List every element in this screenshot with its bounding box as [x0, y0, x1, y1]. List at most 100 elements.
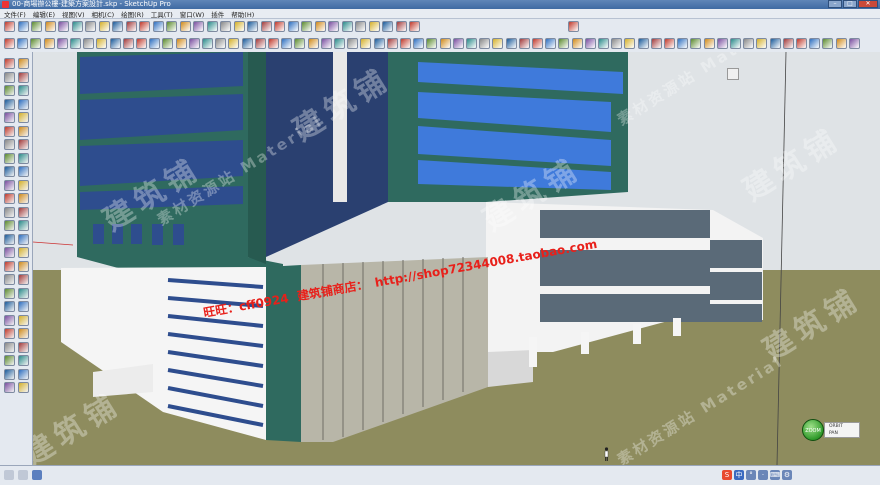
- toolbar-row1-tool-icon[interactable]: [17, 21, 29, 32]
- toolbar-row2-tool-icon[interactable]: [677, 38, 689, 49]
- menu-plugins[interactable]: 插件: [211, 9, 224, 19]
- toolbar-row2-tool-icon[interactable]: [782, 38, 794, 49]
- toolbar-row2-tool-icon[interactable]: [611, 38, 623, 49]
- toolbar-row2-tool-icon[interactable]: [241, 38, 253, 49]
- toolbar-row2-tool-icon[interactable]: [518, 38, 530, 49]
- palette-tool-icon[interactable]: [4, 314, 15, 326]
- toolbar-row2-tool-icon[interactable]: [347, 38, 359, 49]
- pan-label[interactable]: PAN: [829, 430, 859, 437]
- menu-edit[interactable]: 编辑(E): [33, 9, 55, 19]
- palette-tool-icon[interactable]: [18, 247, 29, 258]
- palette-tool-icon[interactable]: [4, 355, 15, 366]
- palette-tool-icon[interactable]: [18, 139, 29, 150]
- toolbar-row2-tool-icon[interactable]: [109, 38, 121, 49]
- palette-tool-icon[interactable]: [18, 301, 29, 312]
- toolbar-row2-tool-icon[interactable]: [558, 38, 570, 49]
- toolbar-row1-tool-icon[interactable]: [98, 21, 110, 32]
- palette-tool-icon[interactable]: [18, 328, 29, 339]
- toolbar-row2-tool-icon[interactable]: [281, 38, 293, 49]
- palette-tool-icon[interactable]: [18, 355, 29, 366]
- model-viewport[interactable]: 建筑铺 素材资源站 Material 建筑铺 建筑铺 素材资源站 Materia…: [33, 52, 880, 465]
- toolbar-row1-tool-icon[interactable]: [44, 21, 56, 32]
- toolbar-row2-tool-icon[interactable]: [202, 38, 213, 49]
- menu-tools[interactable]: 工具(T): [151, 9, 173, 19]
- toolbar-row2-tool-icon[interactable]: [716, 38, 728, 49]
- toolbar-row2-tool-icon[interactable]: [70, 38, 81, 49]
- toolbar-row1-tool-icon[interactable]: [247, 21, 258, 32]
- palette-tool-icon[interactable]: [18, 341, 29, 353]
- toolbar-row2-tool-icon[interactable]: [175, 38, 187, 49]
- palette-tool-icon[interactable]: [4, 58, 15, 69]
- toolbar-row2-tool-icon[interactable]: [386, 38, 398, 49]
- palette-tool-icon[interactable]: [4, 382, 15, 393]
- toolbar-row2-tool-icon[interactable]: [268, 38, 279, 49]
- toolbar-row2-tool-icon[interactable]: [400, 38, 411, 49]
- palette-tool-icon[interactable]: [18, 260, 29, 272]
- toolbar-row2-tool-icon[interactable]: [532, 38, 543, 49]
- toolbar-row1-tool-icon[interactable]: [368, 21, 380, 32]
- sogou-ime-icon[interactable]: S: [722, 470, 732, 480]
- palette-tool-icon[interactable]: [18, 179, 29, 191]
- toolbar-row1-tool-icon[interactable]: [4, 21, 15, 32]
- palette-tool-icon[interactable]: [18, 166, 29, 177]
- palette-tool-icon[interactable]: [18, 58, 29, 69]
- toolbar-row2-tool-icon[interactable]: [505, 38, 517, 49]
- geo-location-icon[interactable]: [4, 470, 14, 480]
- toolbar-row1-tool-icon[interactable]: [71, 21, 83, 32]
- toolbar-row2-tool-icon[interactable]: [848, 38, 860, 49]
- toolbar-row2-tool-icon[interactable]: [545, 38, 557, 49]
- toolbar-row2-tool-icon[interactable]: [703, 38, 715, 49]
- toolbar-row1-tool-icon[interactable]: [58, 21, 69, 32]
- palette-tool-icon[interactable]: [4, 85, 15, 96]
- help-icon[interactable]: [32, 470, 42, 480]
- maximize-button[interactable]: □: [843, 0, 857, 8]
- toolbar-row2-tool-icon[interactable]: [294, 38, 306, 49]
- ime-settings-icon[interactable]: ⚙: [782, 470, 792, 480]
- keyboard-icon[interactable]: ⌨: [770, 470, 780, 480]
- toolbar-row1-tool-icon[interactable]: [355, 21, 366, 32]
- palette-tool-icon[interactable]: [4, 166, 15, 177]
- toolbar-row1-tool-icon[interactable]: [382, 21, 393, 32]
- toolbar-row2-tool-icon[interactable]: [56, 38, 68, 49]
- toolbar-row2-tool-icon[interactable]: [624, 38, 636, 49]
- toolbar-row2-tool-icon[interactable]: [307, 38, 319, 49]
- palette-tool-icon[interactable]: [4, 220, 15, 231]
- toolbar-row2-tool-icon[interactable]: [598, 38, 609, 49]
- toolbar-row1-tool-icon[interactable]: [233, 21, 245, 32]
- toolbar-row2-tool-icon[interactable]: [466, 38, 477, 49]
- palette-tool-icon[interactable]: [4, 328, 15, 339]
- toolbar-row2-tool-icon[interactable]: [637, 38, 649, 49]
- palette-tool-icon[interactable]: [18, 382, 29, 393]
- toolbar-row2-tool-icon[interactable]: [43, 38, 55, 49]
- palette-tool-icon[interactable]: [4, 301, 15, 312]
- toolbar-row2-tool-icon[interactable]: [4, 38, 15, 49]
- toolbar-row1-tool-icon[interactable]: [193, 21, 204, 32]
- toolbar-row2-tool-icon[interactable]: [30, 38, 42, 49]
- toolbar-row2-tool-icon[interactable]: [730, 38, 741, 49]
- toolbar-row1-tool-icon[interactable]: [139, 21, 150, 32]
- palette-tool-icon[interactable]: [4, 247, 15, 258]
- punctuation-icon[interactable]: °: [746, 470, 756, 480]
- credits-icon[interactable]: [18, 470, 28, 480]
- palette-tool-icon[interactable]: [18, 85, 29, 96]
- palette-tool-icon[interactable]: [4, 341, 15, 353]
- navigation-widget[interactable]: ZOOM ORBIT PAN: [802, 419, 860, 441]
- palette-tool-icon[interactable]: [4, 287, 15, 299]
- toolbar-row1-end-tool-icon[interactable]: [568, 21, 579, 32]
- toolbar-row1-tool-icon[interactable]: [112, 21, 123, 32]
- toolbar-row2-tool-icon[interactable]: [228, 38, 240, 49]
- toolbar-row2-tool-icon[interactable]: [584, 38, 596, 49]
- toolbar-row2-tool-icon[interactable]: [452, 38, 464, 49]
- toolbar-row2-tool-icon[interactable]: [149, 38, 161, 49]
- palette-tool-icon[interactable]: [18, 112, 29, 123]
- toolbar-row2-tool-icon[interactable]: [122, 38, 134, 49]
- palette-tool-icon[interactable]: [4, 152, 15, 164]
- toolbar-row1-tool-icon[interactable]: [260, 21, 272, 32]
- toolbar-row2-tool-icon[interactable]: [756, 38, 768, 49]
- palette-tool-icon[interactable]: [18, 274, 29, 285]
- palette-tool-icon[interactable]: [18, 98, 29, 110]
- palette-tool-icon[interactable]: [18, 206, 29, 218]
- toolbar-row2-tool-icon[interactable]: [650, 38, 662, 49]
- toolbar-row1-tool-icon[interactable]: [179, 21, 191, 32]
- toolbar-row1-tool-icon[interactable]: [166, 21, 177, 32]
